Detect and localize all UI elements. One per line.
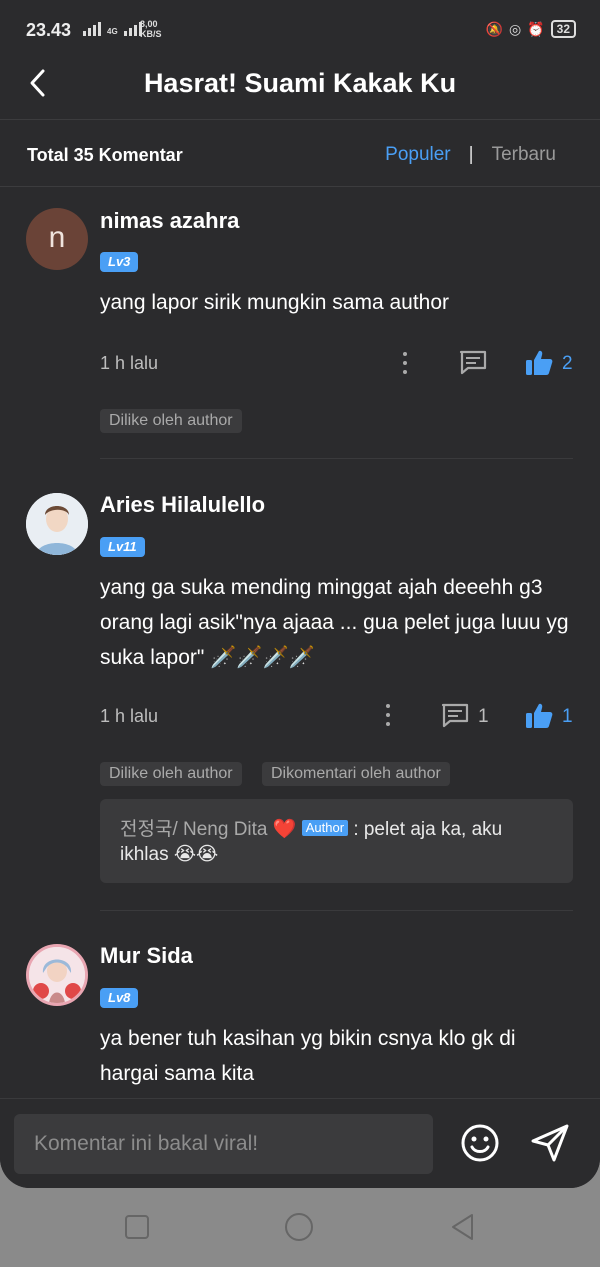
sort-tabs: Populer | Terbaru: [385, 144, 556, 166]
comment-text: yang ga suka mending minggat ajah deeehh…: [100, 576, 569, 669]
reply-icon[interactable]: [440, 702, 470, 728]
comment-text: ya bener tuh kasihan yg bikin csnya klo …: [100, 1027, 516, 1085]
like-icon[interactable]: [525, 349, 553, 377]
like-count: 1: [562, 706, 573, 727]
status-time: 23.43: [26, 20, 72, 40]
page-title: Hasrat! Suami Kakak Ku: [143, 68, 457, 98]
comment-time: 1 h lalu: [100, 353, 159, 373]
avatar[interactable]: [26, 493, 88, 555]
sort-populer-tab[interactable]: Populer: [385, 144, 451, 166]
screen: 23.43 4G 3,00 KB/S 🔕 ◎ ⏰ 32 Hasrat! Suam…: [0, 0, 600, 1188]
comment-time: 1 h lalu: [100, 706, 159, 726]
status-icons: 🔕 ◎ ⏰ 32: [486, 20, 576, 38]
sort-separator: |: [468, 144, 474, 165]
commented-by-author-tag: Dikomentari oleh author: [262, 762, 450, 786]
comment-input[interactable]: [14, 1114, 433, 1174]
home-icon[interactable]: [284, 1212, 314, 1242]
comment-summary-bar: Total 35 Komentar Populer | Terbaru: [0, 121, 600, 187]
recents-icon[interactable]: [122, 1212, 152, 1242]
comment-username[interactable]: Mur Sida: [100, 943, 193, 969]
mute-icon: 🔕: [485, 20, 503, 37]
back-nav-icon[interactable]: [448, 1212, 478, 1242]
system-nav-bar: [0, 1188, 600, 1267]
location-icon: ◎: [508, 20, 522, 37]
reply-count: 1: [478, 706, 489, 727]
comment-input-bar: [0, 1098, 600, 1188]
level-badge: Lv11: [100, 537, 145, 557]
total-comments: Total 35 Komentar: [27, 145, 183, 165]
comment-text: yang lapor sirik mungkin sama author: [100, 291, 450, 314]
avatar[interactable]: [26, 944, 88, 1006]
status-bar: 23.43 4G 3,00 KB/S 🔕 ◎ ⏰ 32: [0, 0, 600, 62]
comment-divider: [100, 458, 573, 459]
app-header: Hasrat! Suami Kakak Ku: [0, 62, 600, 120]
comment-username[interactable]: Aries Hilalulello: [100, 492, 265, 518]
author-reply-name[interactable]: 전정국/ Neng Dita ❤️: [120, 819, 296, 840]
battery-icon: 32: [550, 20, 576, 38]
comment-divider: [100, 910, 573, 911]
network-type: 4G: [107, 27, 118, 36]
network-speed: 3,00 KB/S: [140, 19, 162, 39]
comment-username[interactable]: nimas azahra: [100, 208, 239, 234]
reply-icon[interactable]: [458, 349, 488, 375]
level-badge: Lv3: [100, 252, 139, 272]
emoji-icon[interactable]: [460, 1123, 500, 1163]
alarm-icon: ⏰: [527, 20, 545, 37]
more-options-icon[interactable]: [402, 352, 408, 374]
like-count: 2: [562, 353, 573, 374]
author-badge: Author: [301, 820, 349, 836]
avatar[interactable]: n: [26, 208, 88, 270]
level-badge: Lv8: [100, 988, 139, 1008]
like-icon[interactable]: [525, 702, 553, 730]
liked-by-author-tag: Dilike oleh author: [100, 762, 242, 786]
sort-terbaru-tab[interactable]: Terbaru: [492, 144, 556, 166]
author-reply[interactable]: 전정국/ Neng Dita ❤️ Author : pelet aja ka,…: [100, 799, 573, 883]
send-icon[interactable]: [530, 1123, 570, 1163]
liked-by-author-tag: Dilike oleh author: [100, 409, 242, 433]
signal-icon: 4G: [83, 22, 142, 36]
more-options-icon[interactable]: [385, 704, 391, 726]
